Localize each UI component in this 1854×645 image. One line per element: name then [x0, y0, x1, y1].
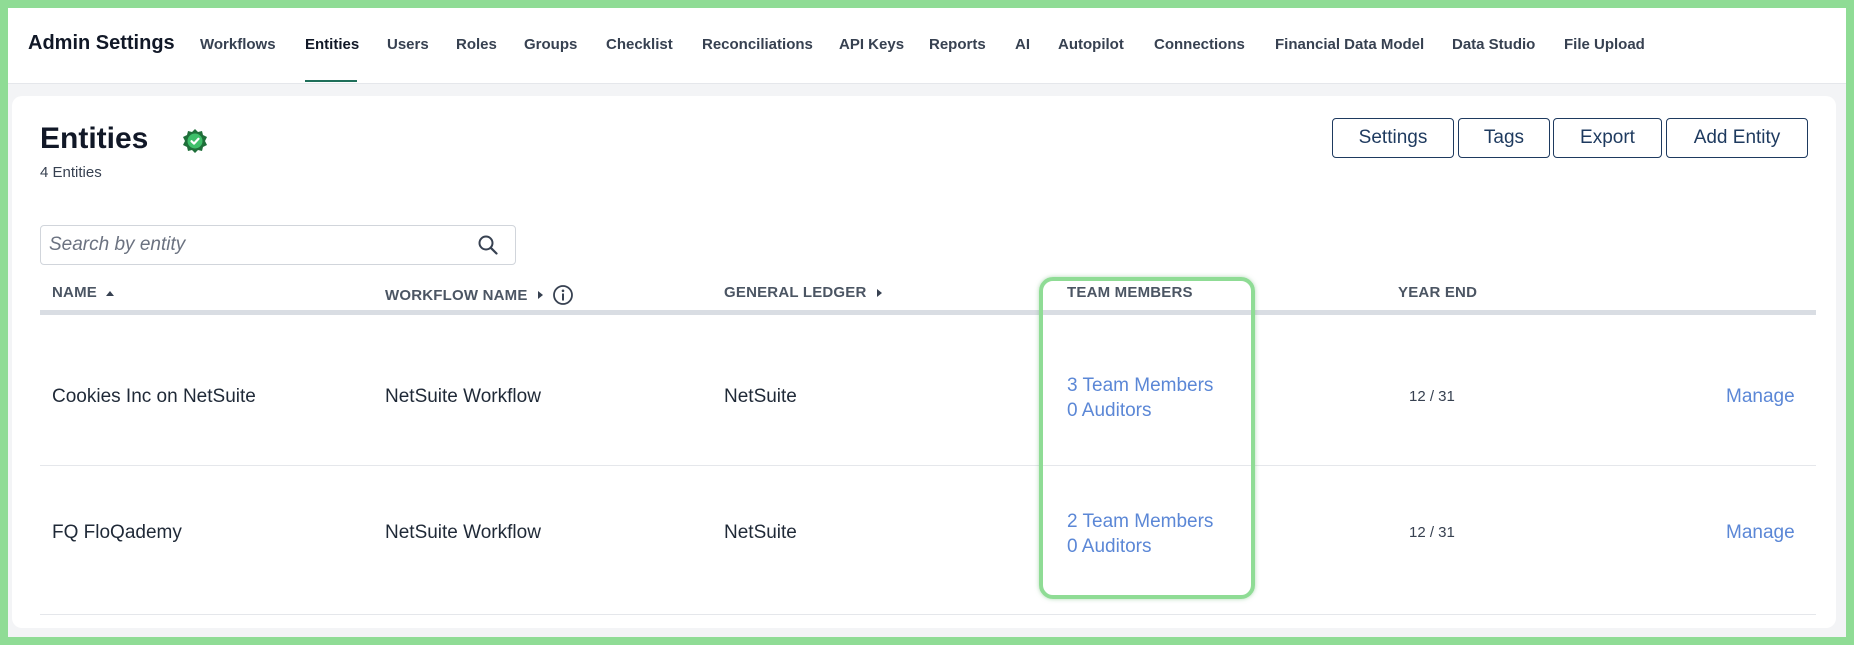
team-members-highlight — [1039, 277, 1255, 599]
tab-workflows[interactable]: Workflows — [200, 36, 276, 53]
search-icon[interactable] — [477, 234, 499, 256]
tab-autopilot[interactable]: Autopilot — [1058, 36, 1124, 53]
column-header-ledger[interactable]: GENERAL LEDGER — [724, 284, 883, 301]
entity-name: Cookies Inc on NetSuite — [52, 386, 256, 407]
tab-financial-data-model[interactable]: Financial Data Model — [1275, 36, 1424, 53]
tab-ai[interactable]: AI — [1015, 36, 1030, 53]
tab-checklist[interactable]: Checklist — [606, 36, 673, 53]
settings-button[interactable]: Settings — [1332, 118, 1454, 158]
search-input[interactable] — [49, 231, 449, 259]
search-box — [40, 225, 516, 265]
tab-api-keys[interactable]: API Keys — [839, 36, 904, 53]
entity-name: FQ FloQademy — [52, 522, 182, 543]
active-tab-indicator — [305, 80, 357, 82]
page-title: Entities — [40, 122, 149, 155]
year-end: 12 / 31 — [1409, 388, 1455, 405]
app-title: Admin Settings — [28, 32, 175, 54]
workflow-name: NetSuite Workflow — [385, 386, 541, 407]
app-window: Admin Settings Workflows Entities Users … — [8, 8, 1846, 637]
export-button[interactable]: Export — [1553, 118, 1662, 158]
manage-link[interactable]: Manage — [1726, 386, 1795, 408]
entities-panel: Entities 4 Entities Settings Tags Export… — [12, 96, 1836, 628]
column-header-name[interactable]: NAME — [52, 284, 115, 301]
check-badge-icon — [183, 129, 207, 153]
caret-right-icon — [537, 291, 543, 299]
row-divider — [40, 614, 1816, 615]
tags-button[interactable]: Tags — [1458, 118, 1550, 158]
tab-entities[interactable]: Entities — [305, 36, 359, 53]
general-ledger: NetSuite — [724, 522, 797, 543]
manage-link[interactable]: Manage — [1726, 522, 1795, 544]
workflow-name: NetSuite Workflow — [385, 522, 541, 543]
tab-users[interactable]: Users — [387, 36, 429, 53]
row-divider — [40, 465, 1816, 466]
year-end: 12 / 31 — [1409, 524, 1455, 541]
tab-connections[interactable]: Connections — [1154, 36, 1245, 53]
column-header-workflow[interactable]: WORKFLOW NAME — [385, 284, 574, 306]
sort-ascending-icon — [105, 290, 114, 296]
add-entity-button[interactable]: Add Entity — [1666, 118, 1808, 158]
top-navigation: Admin Settings Workflows Entities Users … — [8, 8, 1846, 84]
tab-groups[interactable]: Groups — [524, 36, 577, 53]
general-ledger: NetSuite — [724, 386, 797, 407]
tab-data-studio[interactable]: Data Studio — [1452, 36, 1535, 53]
info-icon[interactable] — [552, 284, 574, 306]
tab-file-upload[interactable]: File Upload — [1564, 36, 1645, 53]
entity-count: 4 Entities — [40, 164, 102, 181]
table-header-divider — [40, 310, 1816, 315]
tab-reports[interactable]: Reports — [929, 36, 986, 53]
tab-reconciliations[interactable]: Reconciliations — [702, 36, 813, 53]
caret-right-icon — [876, 288, 882, 297]
tab-roles[interactable]: Roles — [456, 36, 497, 53]
column-header-year-end: YEAR END — [1398, 284, 1478, 301]
